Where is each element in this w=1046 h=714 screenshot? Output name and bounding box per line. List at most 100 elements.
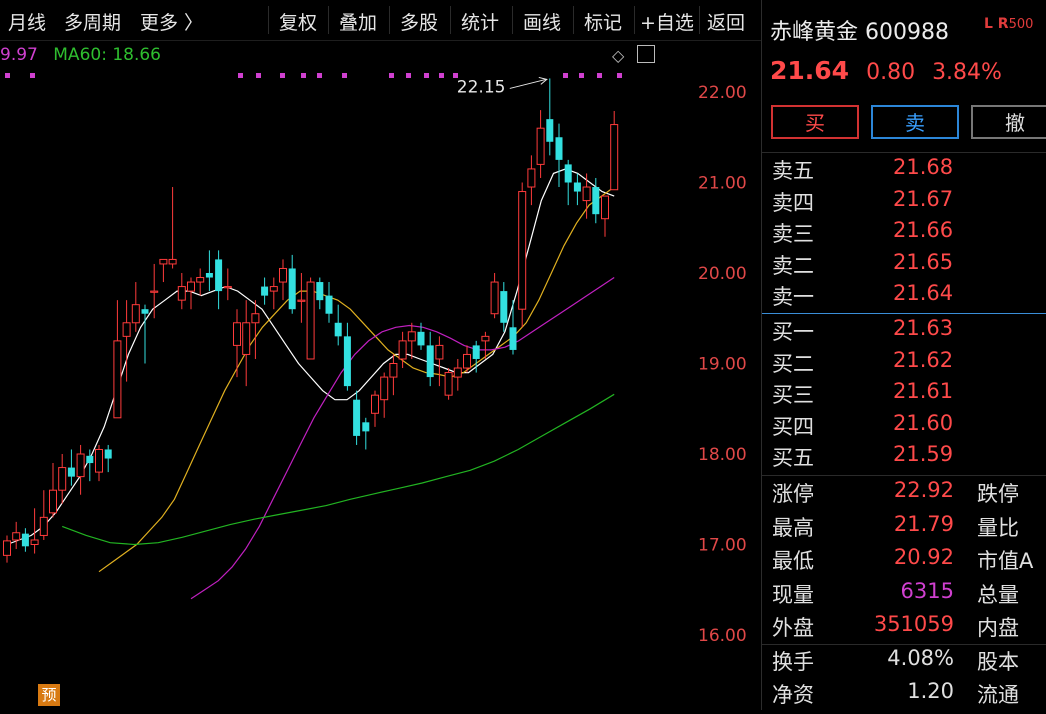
stat-row: 涨停 22.92 跌停	[762, 478, 1046, 511]
candle-body	[582, 186, 591, 202]
candle	[251, 300, 260, 359]
kline-chart[interactable]: 22.00 21.00 20.00 19.00 18.00 17.00 16.00 22.1…	[0, 40, 762, 710]
candle-body	[177, 286, 186, 301]
candle	[407, 322, 416, 359]
candle	[500, 282, 508, 332]
toolbar-statistics[interactable]: 统计	[461, 8, 499, 35]
candle-body	[122, 322, 131, 337]
candle	[3, 535, 11, 563]
candle-body	[398, 340, 407, 360]
candle	[261, 277, 269, 305]
candle	[269, 277, 278, 310]
candle	[141, 304, 149, 364]
orderbook-level-label: 买一	[772, 320, 814, 344]
candle-body	[417, 331, 425, 346]
toolbar-divider	[512, 6, 513, 34]
toolbar-back[interactable]: 返回	[707, 8, 745, 35]
toolbar-mark[interactable]: 标记	[584, 8, 622, 35]
signal-dot	[238, 73, 243, 78]
candle-body	[251, 313, 260, 324]
candle-body	[297, 299, 306, 302]
orderbook-level-label: 卖一	[772, 285, 814, 309]
stat-label: 外盘	[772, 616, 814, 640]
divider	[762, 475, 1046, 476]
toolbar-more[interactable]: 更多 〉	[140, 8, 203, 35]
toolbar-draw-line[interactable]: 画线	[523, 8, 561, 35]
candle-body	[463, 353, 471, 369]
orderbook-price: 21.63	[893, 316, 954, 340]
candle-body	[104, 449, 112, 459]
stat-label-2: 内盘	[977, 616, 1019, 640]
candle	[168, 187, 177, 269]
toolbar-multi-period[interactable]: 多周期	[64, 8, 121, 35]
signal-dot	[389, 73, 394, 78]
candle-body	[500, 291, 508, 323]
bid-row[interactable]: 买一 21.63	[762, 316, 1046, 347]
candle-body	[610, 124, 619, 191]
candle	[196, 268, 205, 296]
stat-value: 20.92	[893, 545, 954, 569]
candle	[564, 159, 572, 206]
toolbar-divider	[699, 6, 700, 34]
y-tick-label: 16.00	[698, 626, 747, 646]
candle-body	[407, 331, 416, 342]
toolbar-multi-stock[interactable]: 多股	[400, 8, 438, 35]
forecast-badge[interactable]: 预	[38, 684, 60, 706]
signal-dot	[5, 73, 10, 78]
candle	[187, 277, 195, 310]
candle-body	[362, 422, 370, 432]
stat-value: 6315	[900, 578, 954, 603]
bid-row[interactable]: 买三 21.61	[762, 379, 1046, 410]
stat-row: 最高 21.79 量比	[762, 512, 1046, 545]
candle-body	[389, 363, 398, 378]
candle	[325, 282, 333, 323]
cancel-order-button[interactable]: 撤	[971, 105, 1046, 139]
ask-row[interactable]: 卖二 21.65	[762, 250, 1046, 281]
candle-body	[343, 336, 351, 387]
toolbar-add-watchlist[interactable]: +自选	[640, 8, 694, 35]
candle-body	[601, 195, 609, 220]
toolbar-divider	[450, 6, 451, 34]
lr-badge-num: 500	[1008, 17, 1034, 32]
candle-body	[288, 268, 296, 310]
candle-body	[21, 533, 29, 547]
candle-body	[444, 372, 453, 396]
stat-label-2: 量比	[977, 515, 1019, 540]
toolbar-adjust[interactable]: 复权	[279, 8, 317, 35]
candle	[463, 345, 471, 373]
candle-body	[279, 267, 287, 283]
ma-line	[61, 393, 615, 546]
candle-body	[573, 182, 581, 192]
toolbar-monthly[interactable]: 月线	[8, 8, 46, 35]
toolbar-overlay[interactable]: 叠加	[339, 8, 377, 35]
bid-row[interactable]: 买二 21.62	[762, 348, 1046, 379]
signal-dot	[280, 73, 285, 78]
candle-body	[316, 282, 324, 301]
stat-label: 现量	[772, 582, 814, 607]
candle	[509, 300, 517, 355]
buy-button[interactable]: 买	[771, 105, 859, 139]
stat-label-2: 总量	[977, 582, 1019, 607]
candle	[453, 358, 462, 391]
bid-row[interactable]: 买四 21.60	[762, 411, 1046, 442]
candle-body	[86, 455, 94, 464]
bid-row[interactable]: 买五 21.59	[762, 442, 1046, 473]
ask-row[interactable]: 卖四 21.67	[762, 187, 1046, 218]
candle-body	[67, 467, 75, 477]
candle	[435, 336, 444, 387]
sell-button[interactable]: 卖	[871, 105, 959, 139]
ask-row[interactable]: 卖一 21.64	[762, 281, 1046, 312]
stat-value: 1.20	[907, 679, 954, 703]
orderbook-level-label: 卖四	[772, 190, 814, 215]
ask-row[interactable]: 卖五 21.68	[762, 155, 1046, 186]
signal-dot	[563, 73, 568, 78]
stat-label: 最高	[772, 515, 814, 540]
candle	[380, 372, 389, 418]
orderbook-level-label: 买四	[772, 414, 814, 439]
ask-row[interactable]: 卖三 21.66	[762, 218, 1046, 249]
candle	[177, 273, 186, 310]
candle	[279, 259, 287, 301]
ma-line	[190, 277, 615, 600]
kline-svg: 22.00 21.00 20.00 19.00 18.00 17.00 16.00 22.1…	[3, 73, 747, 646]
signal-dot	[617, 73, 622, 78]
